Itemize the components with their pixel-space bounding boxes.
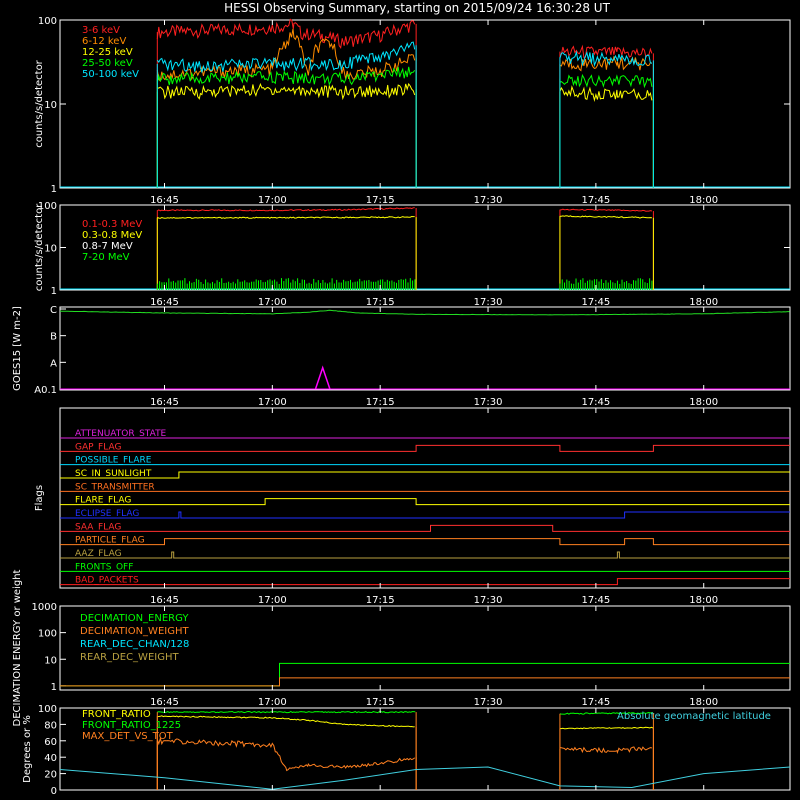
y-tick-label: C [50,305,57,316]
x-tick-label: 17:00 [258,595,287,606]
y-tick-label: A0.1 [34,385,57,396]
y-axis-label: Flags [34,485,45,511]
x-tick-label: 18:00 [689,297,718,308]
legend-entry: 3-6 keV [82,25,120,36]
x-tick-label: 17:45 [581,595,610,606]
x-tick-label: 17:45 [581,697,610,708]
chart-title: HESSI Observing Summary, starting on 201… [224,1,610,15]
legend-entry: 7-20 MeV [82,252,130,263]
x-tick-label: 17:30 [474,297,503,308]
x-tick-label: 16:45 [150,297,179,308]
geomag-annotation: Absolute geomagnetic latitude [617,711,771,722]
x-tick-label: 17:00 [258,195,287,206]
x-tick-label: 17:30 [474,595,503,606]
x-tick-label: 18:00 [689,595,718,606]
x-tick-label: 17:00 [258,297,287,308]
x-tick-label: 17:30 [474,697,503,708]
y-tick-label: A [50,358,57,369]
legend-entry: REAR_DEC_WEIGHT [80,652,179,663]
y-tick-label: B [50,332,57,343]
legend-entry: DECIMATION_ENERGY [80,613,189,624]
legend-entry: FRONT_RATIO [82,709,151,720]
x-tick-label: 16:45 [150,697,179,708]
y-tick-label: 100 [38,629,57,640]
chart-background [0,0,800,800]
legend-entry: DECIMATION_WEIGHT [80,626,189,637]
x-tick-label: 18:00 [689,195,718,206]
x-tick-label: 17:15 [366,297,395,308]
legend-entry: 25-50 keV [82,58,133,69]
legend-entry: 0.1-0.3 MeV [82,219,142,230]
y-axis-label: Degrees or % [22,715,33,783]
x-tick-label: 17:15 [366,195,395,206]
y-tick-label: 80 [44,720,57,731]
x-tick-label: 17:00 [258,397,287,408]
legend-entry: MAX_DET_VS_TOT [82,731,174,742]
x-tick-label: 17:00 [258,697,287,708]
y-tick-label: 100 [38,201,57,212]
y-tick-label: 1000 [32,602,57,613]
y-tick-label: 10 [44,244,57,255]
y-tick-label: 10 [44,100,57,111]
legend-entry: REAR_DEC_CHAN/128 [80,639,189,650]
legend-entry: 0.8-7 MeV [82,241,133,252]
y-axis-label: GOES15 [W m-2] [12,306,23,391]
x-tick-label: 16:45 [150,397,179,408]
x-tick-label: 17:45 [581,297,610,308]
y-tick-label: 100 [38,704,57,715]
y-tick-label: 1 [51,184,57,195]
y-tick-label: 1 [51,286,57,297]
x-tick-label: 17:15 [366,697,395,708]
y-tick-label: 0 [51,786,57,797]
x-tick-label: 17:45 [581,397,610,408]
legend-entry: 6-12 keV [82,36,126,47]
y-tick-label: 10 [44,655,57,666]
x-tick-label: 17:15 [366,397,395,408]
legend-entry: 0.3-0.8 MeV [82,230,142,241]
legend-entry: FRONT_RATIO_1225 [82,720,181,731]
legend-entry: 50-100 keV [82,69,139,80]
x-tick-label: 18:00 [689,697,718,708]
y-tick-label: 1 [51,682,57,693]
x-tick-label: 17:45 [581,195,610,206]
x-tick-label: 17:30 [474,397,503,408]
y-tick-label: 100 [38,16,57,27]
hessi-summary-chart: HESSI Observing Summary, starting on 201… [0,0,800,800]
x-tick-label: 18:00 [689,397,718,408]
x-tick-label: 17:15 [366,595,395,606]
x-tick-label: 16:45 [150,195,179,206]
x-tick-label: 17:30 [474,195,503,206]
legend-entry: 12-25 keV [82,47,133,58]
y-axis-label: DECIMATION ENERGY or weight [12,569,23,726]
x-tick-label: 16:45 [150,595,179,606]
y-tick-label: 20 [44,770,57,781]
y-tick-label: 60 [44,737,57,748]
y-tick-label: 40 [44,753,57,764]
